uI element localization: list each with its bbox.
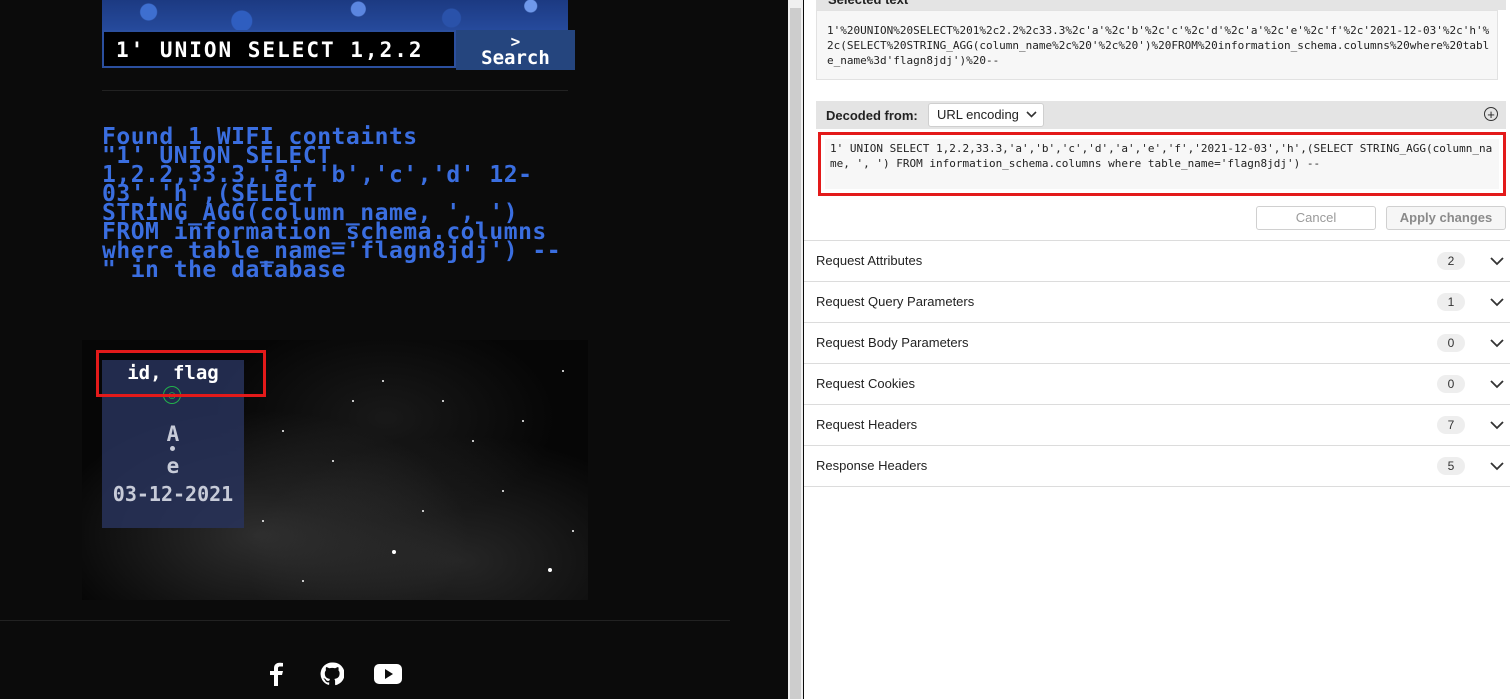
star [472,440,474,442]
web-page: 1' UNION SELECT 1,2.2 > Search Found 1 W… [0,0,788,699]
section-request-query-parameters[interactable]: Request Query Parameters 1 [804,282,1510,323]
section-label: Request Cookies [816,376,915,391]
count-badge: 0 [1437,334,1465,352]
section-label: Request Query Parameters [816,294,975,309]
star [562,370,564,372]
star [332,460,334,462]
search-input[interactable]: 1' UNION SELECT 1,2.2 [102,30,456,68]
card-letter: A [166,422,180,446]
section-label: Request Body Parameters [816,335,969,350]
apply-changes-button[interactable]: Apply changes [1386,206,1506,230]
card-date: 03-12-2021 [112,482,234,506]
star [502,490,504,492]
chevron-down-icon[interactable] [1490,446,1504,501]
banner-image [102,0,568,30]
card-letter-2: e [166,454,180,478]
star [422,510,424,512]
footer-divider [0,620,730,621]
inspector-sections: Request Attributes 2 Request Query Param… [804,240,1510,487]
section-request-body-parameters[interactable]: Request Body Parameters 0 [804,323,1510,364]
star [392,550,396,554]
star [442,400,444,402]
result-query-text: "1' UNION SELECT 1,2.2,33.3,'a','b','c',… [102,143,562,283]
search-button-label: Search [481,47,550,69]
section-label: Response Headers [816,458,928,473]
count-badge: 7 [1437,416,1465,434]
highlight-box [96,350,266,397]
star [302,580,304,582]
count-badge: 0 [1437,375,1465,393]
star [282,430,284,432]
scrollbar-thumb[interactable] [790,8,801,699]
cancel-button[interactable]: Cancel [1256,206,1376,230]
section-response-headers[interactable]: Response Headers 5 [804,446,1510,487]
search-result-text: Found 1 WIFI containts "1' UNION SELECT … [102,126,588,283]
divider [102,90,568,91]
decoded-text: 1' UNION SELECT 1,2.2,33.3,'a','b','c','… [830,142,1493,170]
star [572,530,574,532]
inspector-panel: Selected text 1'%20UNION%20SELECT%201%2c… [804,0,1510,699]
search-button[interactable]: > Search [456,30,575,70]
section-request-headers[interactable]: Request Headers 7 [804,405,1510,446]
social-links [262,660,402,688]
star [522,420,524,422]
section-label: Request Headers [816,417,918,432]
section-request-cookies[interactable]: Request Cookies 0 [804,364,1510,405]
decoding-select-value: URL encoding [937,107,1019,122]
card-dot [170,446,175,451]
add-icon[interactable]: + [1484,107,1498,121]
decoded-label: Decoded from: [826,108,918,123]
star [548,568,552,572]
count-badge: 5 [1437,457,1465,475]
selected-text-box[interactable]: 1'%20UNION%20SELECT%201%2c2.2%2c33.3%2c'… [816,10,1498,80]
section-label: Request Attributes [816,253,923,268]
decoded-text-box[interactable]: 1' UNION SELECT 1,2.2,33.3,'a','b','c','… [818,132,1506,196]
section-request-attributes[interactable]: Request Attributes 2 [804,241,1510,282]
star [262,520,264,522]
chevron-down-icon [1026,104,1037,134]
star [382,380,384,382]
count-badge: 2 [1437,252,1465,270]
facebook-icon[interactable] [262,660,290,688]
decoded-header: Decoded from: URL encoding + [816,101,1506,129]
github-icon[interactable] [318,660,346,688]
star [352,400,354,402]
youtube-icon[interactable] [374,660,402,688]
decoding-select[interactable]: URL encoding [928,103,1044,127]
selected-text-header: Selected text [816,0,1506,10]
count-badge: 1 [1437,293,1465,311]
